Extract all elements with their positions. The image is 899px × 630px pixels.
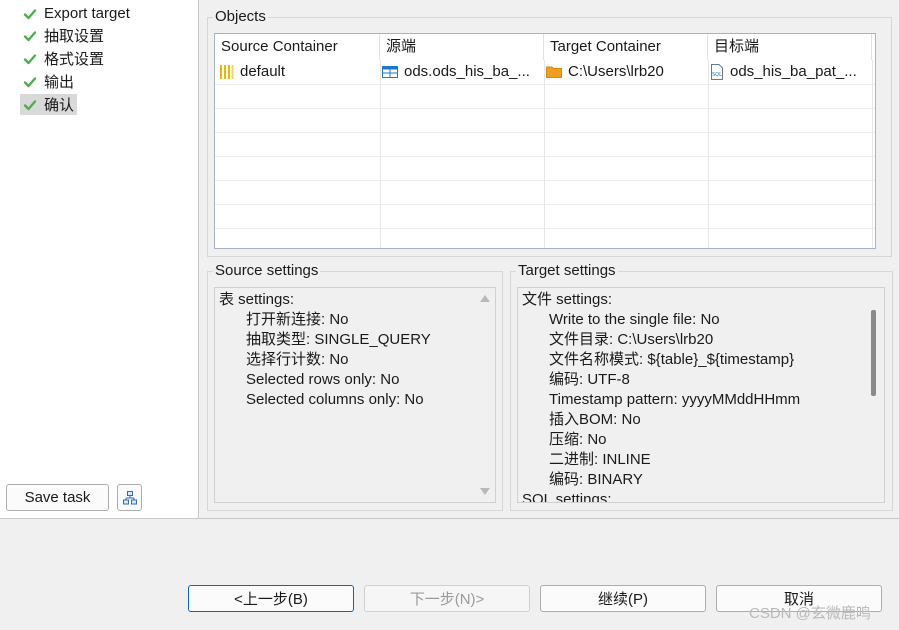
network-icon <box>122 490 137 504</box>
wizard-content: Objects Source Container 源端 Target Conta… <box>199 0 899 519</box>
nav-item-format-settings[interactable]: 格式设置 <box>20 48 107 69</box>
back-button-label: <上一步(B) <box>234 591 308 608</box>
target-container-cell: C:\Users\lrb20 <box>546 60 664 84</box>
scroll-up-icon[interactable] <box>479 293 491 303</box>
target-settings-scrollbar[interactable] <box>864 288 884 502</box>
source-table-cell: ods.ods_his_ba_... <box>382 60 530 84</box>
scroll-down-icon[interactable] <box>479 487 491 497</box>
settings-line: Timestamp pattern: yyyyMMddHHmm <box>549 391 801 408</box>
settings-line: 文件名称模式: ${table}_${timestamp} <box>549 351 795 368</box>
nav-item-label: 确认 <box>44 97 75 114</box>
column-header-source[interactable]: 源端 <box>380 34 544 60</box>
settings-line: 二进制: INLINE <box>549 451 651 468</box>
source-settings-scrollbar[interactable] <box>475 288 495 502</box>
settings-line: Write to the single file: No <box>549 311 720 328</box>
export-wizard-window: Export target 抽取设置 格式设置 输出 确认 Save task <box>0 0 899 630</box>
source-settings-title: Source settings <box>213 262 321 279</box>
table-icon <box>382 66 398 78</box>
settings-line: 表 settings: <box>219 291 295 308</box>
settings-line: 压缩: No <box>549 431 607 448</box>
settings-line: 文件 settings: <box>522 291 613 308</box>
settings-line: 选择行计数: No <box>246 351 349 368</box>
settings-line: SQL settings: <box>522 491 612 503</box>
source-settings-text[interactable]: 表 settings: 打开新连接: No 抽取类型: SINGLE_QUERY… <box>214 287 496 503</box>
next-button-label: 下一步(N)> <box>409 591 485 608</box>
continue-button-label: 继续(P) <box>598 591 648 608</box>
objects-table: Source Container 源端 Target Container 目标端 <box>214 33 876 249</box>
check-icon <box>23 53 37 64</box>
target-settings-title: Target settings <box>516 262 618 279</box>
check-icon <box>23 30 37 41</box>
settings-line: 编码: BINARY <box>549 471 643 488</box>
back-button[interactable]: <上一步(B) <box>188 585 354 612</box>
check-icon <box>23 76 37 87</box>
settings-line: 打开新连接: No <box>246 311 349 328</box>
settings-line: 文件目录: C:\Users\lrb20 <box>549 331 714 348</box>
watermark: CSDN @玄微鹿鸣 <box>749 605 871 622</box>
wizard-steps-panel: Export target 抽取设置 格式设置 输出 确认 Save task <box>0 0 199 519</box>
target-file-cell: SQL ods_his_ba_pat_... <box>711 63 857 80</box>
next-button[interactable]: 下一步(N)> <box>364 585 530 612</box>
column-header-target-container[interactable]: Target Container <box>544 34 708 60</box>
configure-task-button[interactable] <box>117 484 142 511</box>
column-header-target[interactable]: 目标端 <box>708 34 872 60</box>
nav-item-output[interactable]: 输出 <box>20 71 77 92</box>
settings-line: 插入BOM: No <box>549 411 641 428</box>
nav-item-label: 抽取设置 <box>44 28 105 45</box>
folder-icon <box>546 66 562 78</box>
table-header: Source Container 源端 Target Container 目标端 <box>215 34 875 60</box>
settings-line: 抽取类型: SINGLE_QUERY <box>246 331 431 348</box>
save-task-label: Save task <box>24 489 91 506</box>
save-task-button[interactable]: Save task <box>6 484 109 511</box>
source-container-cell: default <box>220 60 285 84</box>
continue-button[interactable]: 继续(P) <box>540 585 706 612</box>
nav-item-label: 输出 <box>44 74 75 91</box>
target-settings-text[interactable]: 文件 settings: Write to the single file: N… <box>517 287 885 503</box>
settings-line: Selected columns only: No <box>246 391 424 408</box>
database-icon <box>220 65 234 79</box>
settings-line: Selected rows only: No <box>246 371 400 388</box>
column-header-source-container[interactable]: Source Container <box>215 34 380 60</box>
nav-item-extract-settings[interactable]: 抽取设置 <box>20 25 107 46</box>
nav-item-confirm[interactable]: 确认 <box>20 94 78 115</box>
objects-group-title: Objects <box>213 8 268 25</box>
nav-item-export-target[interactable]: Export target <box>20 3 133 24</box>
check-icon <box>23 99 37 110</box>
settings-line: 编码: UTF-8 <box>549 371 630 388</box>
check-icon <box>23 8 37 19</box>
scrollbar-thumb[interactable] <box>871 310 876 396</box>
nav-item-label: 格式设置 <box>44 51 105 68</box>
sql-file-icon: SQL <box>711 64 723 80</box>
nav-item-label: Export target <box>44 5 130 22</box>
svg-text:SQL: SQL <box>712 72 722 78</box>
